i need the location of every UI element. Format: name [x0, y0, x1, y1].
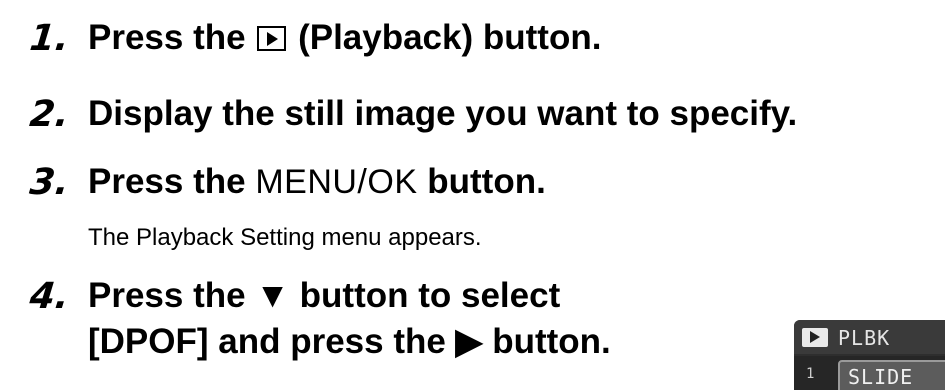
menu-ok-button-name: MENU/OK: [255, 163, 418, 201]
lcd-menu-header: PLBK: [794, 320, 945, 354]
camera-lcd-preview: PLBK 1 SLIDE: [794, 320, 945, 390]
lcd-selected-item: SLIDE: [838, 360, 945, 390]
step-title: Press the MENU/OK button.: [88, 162, 546, 202]
step-title-line-1: Press the ▼ button to select: [88, 276, 561, 315]
step-text-pre: Press the: [88, 162, 246, 201]
step-text-post: button.: [427, 162, 546, 201]
step-text-pre: Press the: [88, 18, 246, 57]
step-title: Press the (Playback) button.: [88, 18, 601, 58]
step-title-line-2: [DPOF] and press the ▶ button.: [88, 322, 611, 361]
step-title: Display the still image you want to spec…: [88, 94, 798, 133]
playback-icon: [802, 328, 828, 347]
step-number: 4.: [27, 276, 71, 317]
lcd-row-number: 1: [806, 366, 815, 382]
playback-button-icon: [257, 26, 287, 51]
step-number: 1.: [27, 18, 71, 59]
lcd-selected-item-label: SLIDE: [848, 365, 914, 389]
lcd-menu-label: PLBK: [838, 326, 891, 350]
step-number: 3.: [27, 162, 71, 203]
step-text-post: (Playback) button.: [298, 18, 602, 57]
step-number: 2.: [27, 94, 71, 135]
step-description: The Playback Setting menu appears.: [88, 224, 482, 251]
